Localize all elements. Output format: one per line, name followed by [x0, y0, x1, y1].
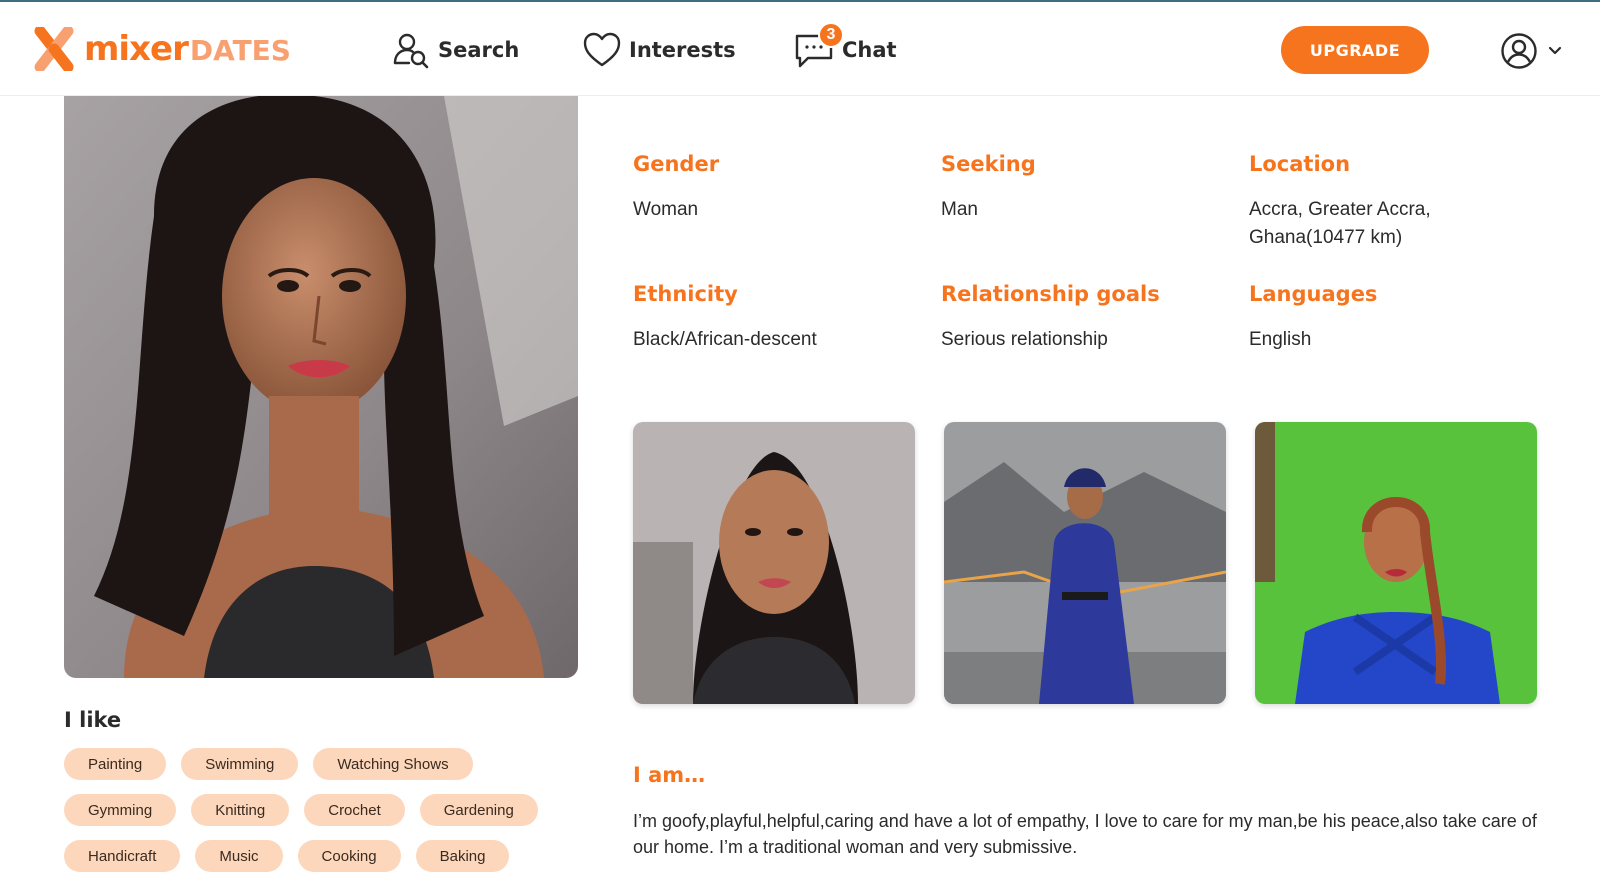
- gallery-photo[interactable]: [1255, 422, 1537, 704]
- info-value: Accra, Greater Accra, Ghana(10477 km): [1249, 196, 1539, 252]
- search-user-icon: [393, 33, 429, 69]
- upgrade-button[interactable]: UPGRADE: [1281, 26, 1429, 74]
- tag-handicraft[interactable]: Handicraft: [64, 840, 181, 872]
- heart-icon: [583, 32, 621, 67]
- info-label: Ethnicity: [633, 282, 738, 306]
- tag-music[interactable]: Music: [195, 840, 283, 872]
- nav-interests[interactable]: Interests: [583, 28, 736, 72]
- gallery-photo[interactable]: [944, 422, 1226, 704]
- tag-row: Painting Swimming Watching Shows: [64, 748, 584, 780]
- info-value: Black/African-descent: [633, 329, 817, 350]
- info-value: Woman: [633, 199, 699, 220]
- logo-text-main: mixer: [84, 29, 189, 69]
- tag-row: Handicraft Music Cooking Baking: [64, 840, 584, 872]
- info-ethnicity: Ethnicity Black/African-descent: [633, 282, 923, 354]
- chat-count-badge: 3: [818, 22, 844, 48]
- info-location: Location Accra, Greater Accra, Ghana(104…: [1249, 152, 1539, 252]
- user-circle-icon: [1501, 33, 1537, 69]
- location-line-2: Ghana(10477 km): [1249, 227, 1403, 248]
- tag-knitting[interactable]: Knitting: [191, 794, 290, 826]
- info-value: English: [1249, 329, 1312, 350]
- logo-text-accent: DATES: [189, 34, 291, 67]
- about-title: I am…: [633, 763, 706, 787]
- tag-painting[interactable]: Painting: [64, 748, 167, 780]
- info-value: Man: [941, 199, 978, 220]
- tag-cooking[interactable]: Cooking: [297, 840, 401, 872]
- likes-tag-list: Painting Swimming Watching Shows Gymming…: [64, 748, 584, 886]
- gallery-photo[interactable]: [633, 422, 915, 704]
- header: mixer DATES Search Interests 3 Chat UPGR…: [0, 2, 1600, 96]
- logo[interactable]: mixer DATES: [34, 26, 291, 72]
- info-label: Relationship goals: [941, 282, 1160, 306]
- tag-gardening[interactable]: Gardening: [419, 794, 538, 826]
- info-label: Languages: [1249, 282, 1378, 306]
- tag-swimming[interactable]: Swimming: [181, 748, 299, 780]
- info-seeking: Seeking Man: [941, 152, 1231, 224]
- info-label: Seeking: [941, 152, 1036, 176]
- nav-chat[interactable]: 3 Chat: [794, 22, 897, 72]
- chat-icon-wrap: 3: [794, 22, 844, 70]
- account-menu[interactable]: [1500, 31, 1564, 71]
- nav-search-label: Search: [438, 38, 520, 62]
- logo-x-icon: [34, 27, 74, 71]
- info-value: Serious relationship: [941, 329, 1108, 350]
- nav-search[interactable]: Search: [392, 28, 519, 72]
- main-profile-photo[interactable]: [64, 96, 578, 678]
- nav-chat-label: Chat: [842, 38, 897, 62]
- about-text: I’m goofy,playful,helpful,caring and hav…: [633, 811, 1537, 857]
- logo-wordmark: mixer DATES: [84, 29, 291, 69]
- nav-interests-label: Interests: [629, 38, 736, 62]
- tag-crochet[interactable]: Crochet: [304, 794, 405, 826]
- info-relationship-goals: Relationship goals Serious relationship: [941, 282, 1231, 354]
- info-label: Location: [1249, 152, 1351, 176]
- chevron-down-icon: [1548, 46, 1562, 55]
- info-label: Gender: [633, 152, 720, 176]
- tag-baking[interactable]: Baking: [415, 840, 510, 872]
- likes-title: I like: [64, 708, 122, 732]
- info-languages: Languages English: [1249, 282, 1539, 354]
- info-gender: Gender Woman: [633, 152, 923, 224]
- tag-watching-shows[interactable]: Watching Shows: [313, 748, 473, 780]
- tag-row: Gymming Knitting Crochet Gardening: [64, 794, 584, 826]
- tag-gymming[interactable]: Gymming: [64, 794, 177, 826]
- location-line-1: Accra, Greater Accra,: [1249, 199, 1431, 220]
